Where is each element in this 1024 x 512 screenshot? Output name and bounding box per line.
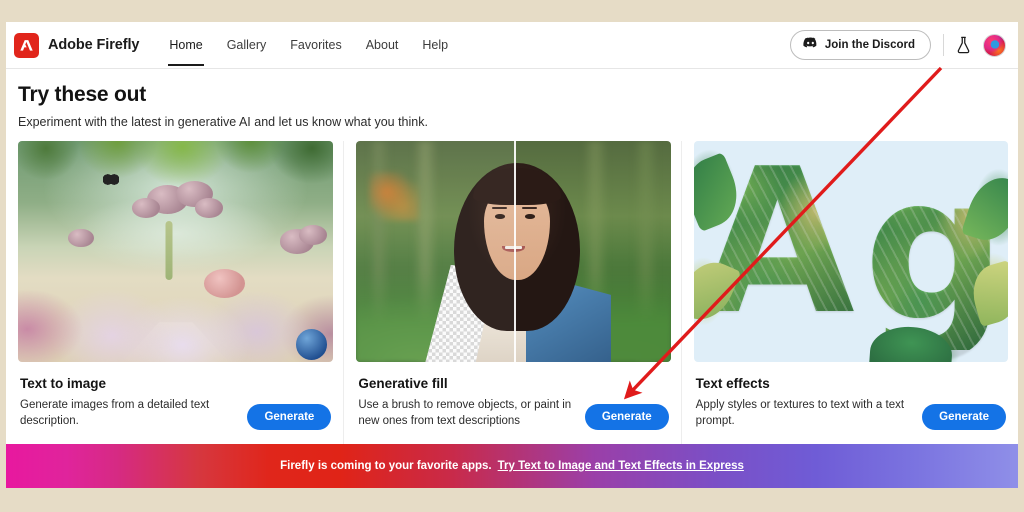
card-image-text-to-image[interactable] [18,141,334,362]
navbar-divider [943,34,944,56]
nav-item-gallery[interactable]: Gallery [215,25,279,66]
before-after-split-line [513,141,516,362]
leafy-letters-artwork: A g [693,141,1009,362]
card-body-text-effects: Text effects Apply styles or textures to… [694,362,1008,444]
card-body-generative-fill: Generative fill Use a brush to remove ob… [356,362,670,444]
browser-page: Adobe Firefly Home Gallery Favorites Abo… [6,22,1018,488]
flask-icon[interactable] [956,36,971,54]
generate-button-text-to-image[interactable]: Generate [247,404,332,430]
nav-item-about[interactable]: About [354,25,411,66]
card-text-to-image[interactable]: Text to image Generate images from a det… [6,141,343,444]
promo-banner-link[interactable]: Try Text to Image and Text Effects in Ex… [498,460,744,472]
card-description: Generate images from a detailed text des… [20,399,210,427]
brand-name: Adobe Firefly [48,37,140,53]
card-image-text-effects[interactable]: A g [693,141,1009,362]
portrait-fill-artwork [356,141,671,362]
navbar-right: Join the Discord [789,30,1006,60]
fantasy-garden-artwork [18,141,334,362]
screenshot-root: Adobe Firefly Home Gallery Favorites Abo… [0,0,1024,512]
nav-links: Home Gallery Favorites About Help [157,25,460,66]
page-subtitle: Experiment with the latest in generative… [18,115,428,129]
nav-item-home[interactable]: Home [157,25,214,66]
card-generative-fill[interactable]: Generative fill Use a brush to remove ob… [343,141,680,444]
nav-item-help[interactable]: Help [410,25,460,66]
nav-item-favorites[interactable]: Favorites [278,25,353,66]
card-description: Use a brush to remove objects, or paint … [358,399,572,427]
user-avatar[interactable] [983,33,1006,57]
card-title: Text effects [695,376,770,391]
card-description: Apply styles or textures to text with a … [695,399,905,427]
feature-cards: Text to image Generate images from a det… [6,141,1018,444]
card-text-effects[interactable]: A g Text effects Apply styles or texture… [680,141,1018,444]
card-body-text-to-image: Text to image Generate images from a det… [18,362,333,444]
card-title: Text to image [20,376,107,391]
promo-banner-message: Firefly is coming to your favorite apps. [280,460,492,472]
card-title: Generative fill [358,376,448,391]
page-title: Try these out [18,83,147,106]
join-discord-button[interactable]: Join the Discord [789,30,931,60]
generate-button-text-effects[interactable]: Generate [922,404,1007,430]
adobe-a-logo-icon [14,32,39,58]
generate-button-generative-fill[interactable]: Generate [584,404,669,430]
discord-icon [803,36,818,54]
card-image-generative-fill[interactable] [356,141,671,362]
brand[interactable]: Adobe Firefly [14,32,140,58]
top-navbar: Adobe Firefly Home Gallery Favorites Abo… [6,22,1018,69]
hero-section: Try these out Experiment with the latest… [6,69,1018,141]
join-discord-label: Join the Discord [824,39,915,51]
promo-banner: Firefly is coming to your favorite apps.… [6,444,1018,488]
